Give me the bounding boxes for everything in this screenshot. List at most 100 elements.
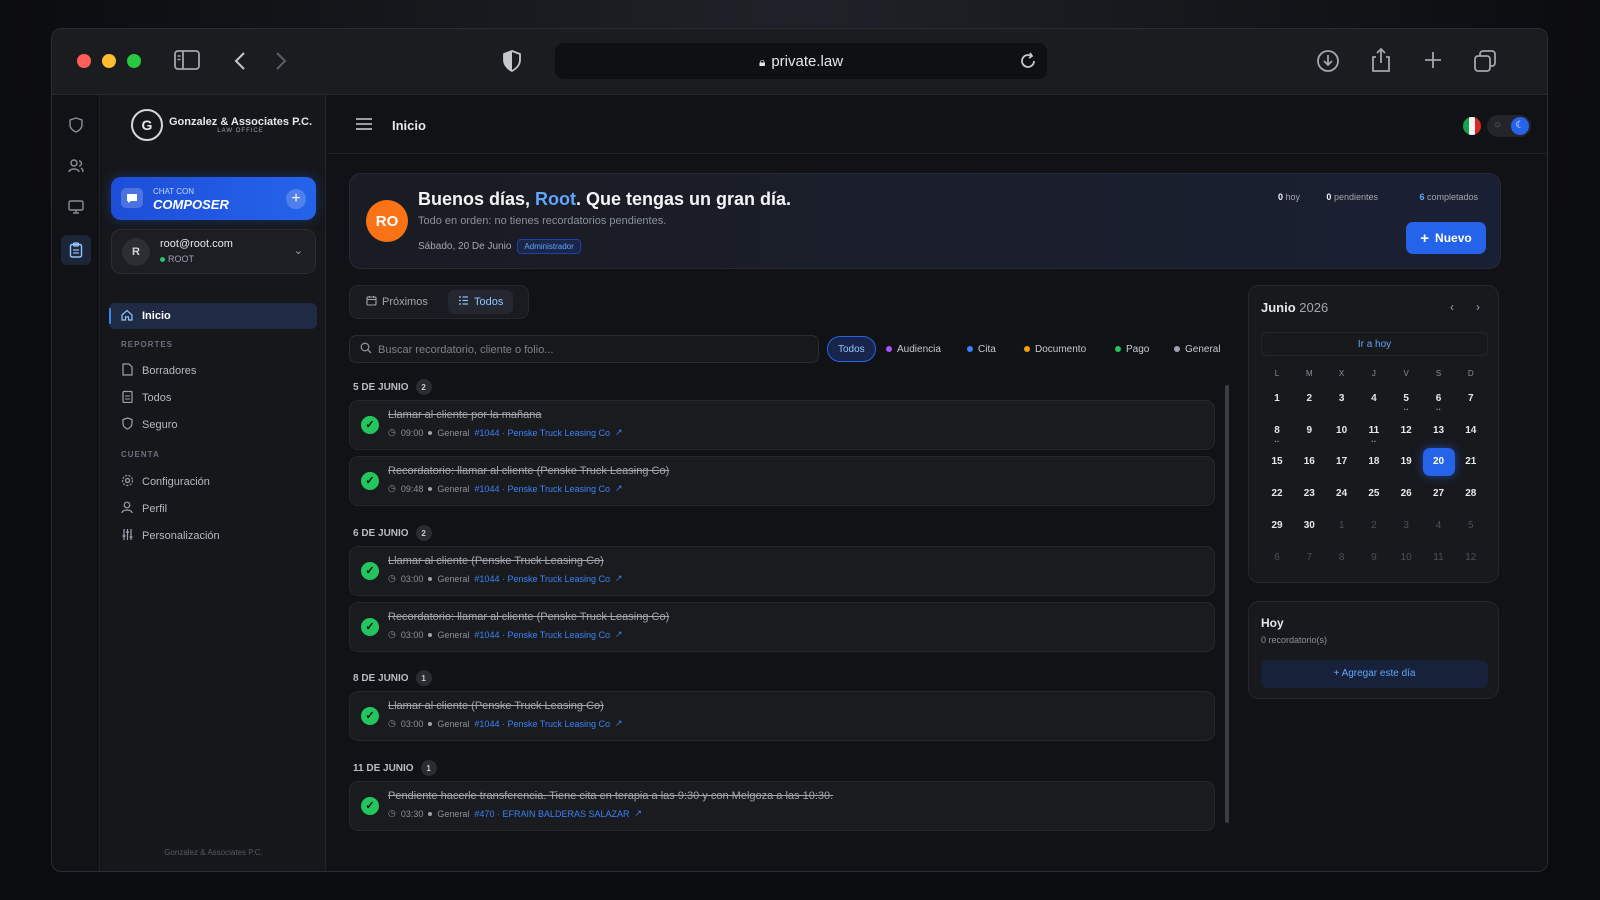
nav-item-personalizacion[interactable]: Personalización — [109, 523, 317, 549]
new-reminder-button[interactable]: + Nuevo — [1406, 222, 1486, 254]
external-link-icon[interactable]: ↗ — [615, 718, 623, 729]
calendar-day[interactable]: 9 — [1293, 417, 1325, 445]
users-icon[interactable] — [64, 154, 88, 178]
calendar-day[interactable]: 13 — [1423, 417, 1455, 445]
filter-cita[interactable]: Cita — [961, 336, 1002, 362]
calendar-day[interactable]: 21 — [1455, 448, 1487, 476]
calendar-day[interactable]: 15 — [1261, 448, 1293, 476]
minimize-window-button[interactable] — [102, 54, 116, 68]
nav-item-inicio[interactable]: Inicio — [109, 303, 317, 329]
filter-general[interactable]: General — [1168, 336, 1227, 362]
theme-toggle[interactable]: ☼ ☾ — [1487, 115, 1531, 137]
calendar-day[interactable]: 26 — [1390, 480, 1422, 508]
case-link[interactable]: #1044 · Penske Truck Leasing Co — [474, 630, 610, 640]
reminder-item[interactable]: ✓ Pendiente hacerle transferencia. Tiene… — [349, 781, 1215, 831]
prev-month-icon[interactable]: ‹ — [1450, 300, 1454, 314]
completed-check-icon[interactable]: ✓ — [361, 416, 379, 434]
clipboard-icon[interactable] — [61, 235, 91, 265]
calendar-day[interactable]: 19 — [1390, 448, 1422, 476]
composer-chat-button[interactable]: CHAT CON COMPOSER + — [111, 177, 316, 220]
external-link-icon[interactable]: ↗ — [615, 427, 623, 438]
filter-audiencia[interactable]: Audiencia — [880, 336, 947, 362]
calendar-day[interactable]: 20 — [1422, 448, 1455, 477]
back-icon[interactable] — [233, 51, 247, 75]
calendar-day-outside[interactable]: 9 — [1358, 544, 1390, 572]
calendar-day-outside[interactable]: 2 — [1358, 512, 1390, 540]
case-link[interactable]: #1044 · Penske Truck Leasing Co — [474, 428, 610, 438]
calendar-day[interactable]: 3 — [1326, 385, 1358, 413]
user-switcher[interactable]: R root@root.com ROOT ⌄ — [111, 229, 316, 274]
calendar-day-outside[interactable]: 1 — [1326, 512, 1358, 540]
filter-pago[interactable]: Pago — [1109, 336, 1155, 362]
maximize-window-button[interactable] — [127, 54, 141, 68]
add-this-day-button[interactable]: + Agregar este día — [1261, 660, 1488, 688]
calendar-day-outside[interactable]: 8 — [1326, 544, 1358, 572]
calendar-day[interactable]: 2 — [1293, 385, 1325, 413]
calendar-day[interactable]: 28 — [1455, 480, 1487, 508]
external-link-icon[interactable]: ↗ — [634, 808, 642, 819]
calendar-day-outside[interactable]: 11 — [1423, 544, 1455, 572]
calendar-day[interactable]: 4 — [1358, 385, 1390, 413]
filter-todos[interactable]: Todos — [827, 336, 876, 362]
nav-item-perfil[interactable]: Perfil — [109, 496, 317, 522]
case-link[interactable]: #1044 · Penske Truck Leasing Co — [474, 484, 610, 494]
calendar-day[interactable]: 16 — [1293, 448, 1325, 476]
sidebar-toggle-icon[interactable] — [174, 50, 200, 74]
download-icon[interactable] — [1316, 49, 1340, 77]
menu-icon[interactable] — [355, 117, 373, 136]
calendar-day[interactable]: 27 — [1423, 480, 1455, 508]
mexico-flag-icon[interactable] — [1463, 117, 1481, 135]
calendar-day-outside[interactable]: 6 — [1261, 544, 1293, 572]
completed-check-icon[interactable]: ✓ — [361, 618, 379, 636]
calendar-day[interactable]: 25 — [1358, 480, 1390, 508]
calendar-day[interactable]: 11 ·· — [1358, 417, 1390, 446]
completed-check-icon[interactable]: ✓ — [361, 707, 379, 725]
reminder-item[interactable]: ✓ Llamar al cliente (Penske Truck Leasin… — [349, 691, 1215, 741]
case-link[interactable]: #1044 · Penske Truck Leasing Co — [474, 719, 610, 729]
firm-logo[interactable]: G Gonzalez & Associates P.C. LAW OFFICE — [131, 109, 312, 141]
calendar-day-outside[interactable]: 12 — [1455, 544, 1487, 572]
completed-check-icon[interactable]: ✓ — [361, 562, 379, 580]
calendar-day-outside[interactable]: 4 — [1423, 512, 1455, 540]
calendar-day[interactable]: 23 — [1293, 480, 1325, 508]
calendar-day[interactable]: 24 — [1326, 480, 1358, 508]
calendar-day[interactable]: 14 — [1455, 417, 1487, 445]
tabs-overview-icon[interactable] — [1473, 49, 1497, 77]
calendar-day-outside[interactable]: 5 — [1455, 512, 1487, 540]
nav-item-borradores[interactable]: Borradores — [109, 358, 317, 384]
calendar-day[interactable]: 5 ·· — [1390, 385, 1422, 414]
reminder-item[interactable]: ✓ Recordatorio: llamar al cliente (Pensk… — [349, 602, 1215, 652]
share-icon[interactable] — [1370, 47, 1392, 77]
calendar-day[interactable]: 18 — [1358, 448, 1390, 476]
nav-item-seguro[interactable]: Seguro — [109, 412, 317, 438]
calendar-day-outside[interactable]: 3 — [1390, 512, 1422, 540]
case-link[interactable]: #470 · EFRAIN BALDERAS SALAZAR — [474, 809, 629, 819]
reload-icon[interactable] — [1019, 52, 1037, 75]
nav-item-todos[interactable]: Todos — [109, 385, 317, 411]
close-window-button[interactable] — [77, 54, 91, 68]
tab-proximos[interactable]: Próximos — [356, 290, 438, 314]
calendar-day[interactable]: 12 — [1390, 417, 1422, 445]
search-input[interactable]: Buscar recordatorio, cliente o folio... — [349, 335, 819, 363]
case-link[interactable]: #1044 · Penske Truck Leasing Co — [474, 574, 610, 584]
calendar-day[interactable]: 10 — [1326, 417, 1358, 445]
next-month-icon[interactable]: › — [1476, 300, 1480, 314]
filter-documento[interactable]: Documento — [1018, 336, 1092, 362]
tab-todos[interactable]: Todos — [448, 290, 514, 314]
go-to-today-button[interactable]: Ir a hoy — [1261, 332, 1488, 356]
external-link-icon[interactable]: ↗ — [615, 483, 623, 494]
calendar-day[interactable]: 22 — [1261, 480, 1293, 508]
nav-item-configuracion[interactable]: Configuración — [109, 469, 317, 495]
external-link-icon[interactable]: ↗ — [615, 573, 623, 584]
address-bar[interactable]: 🔒︎ private.law — [555, 43, 1047, 79]
calendar-day-outside[interactable]: 10 — [1390, 544, 1422, 572]
calendar-day[interactable]: 29 — [1261, 512, 1293, 540]
reminder-item[interactable]: ✓ Recordatorio: llamar al cliente (Pensk… — [349, 456, 1215, 506]
completed-check-icon[interactable]: ✓ — [361, 472, 379, 490]
new-tab-icon[interactable] — [1423, 50, 1443, 74]
external-link-icon[interactable]: ↗ — [615, 629, 623, 640]
calendar-day-outside[interactable]: 7 — [1293, 544, 1325, 572]
list-scrollbar[interactable] — [1225, 385, 1229, 823]
forward-icon[interactable] — [274, 51, 288, 75]
completed-check-icon[interactable]: ✓ — [361, 797, 379, 815]
